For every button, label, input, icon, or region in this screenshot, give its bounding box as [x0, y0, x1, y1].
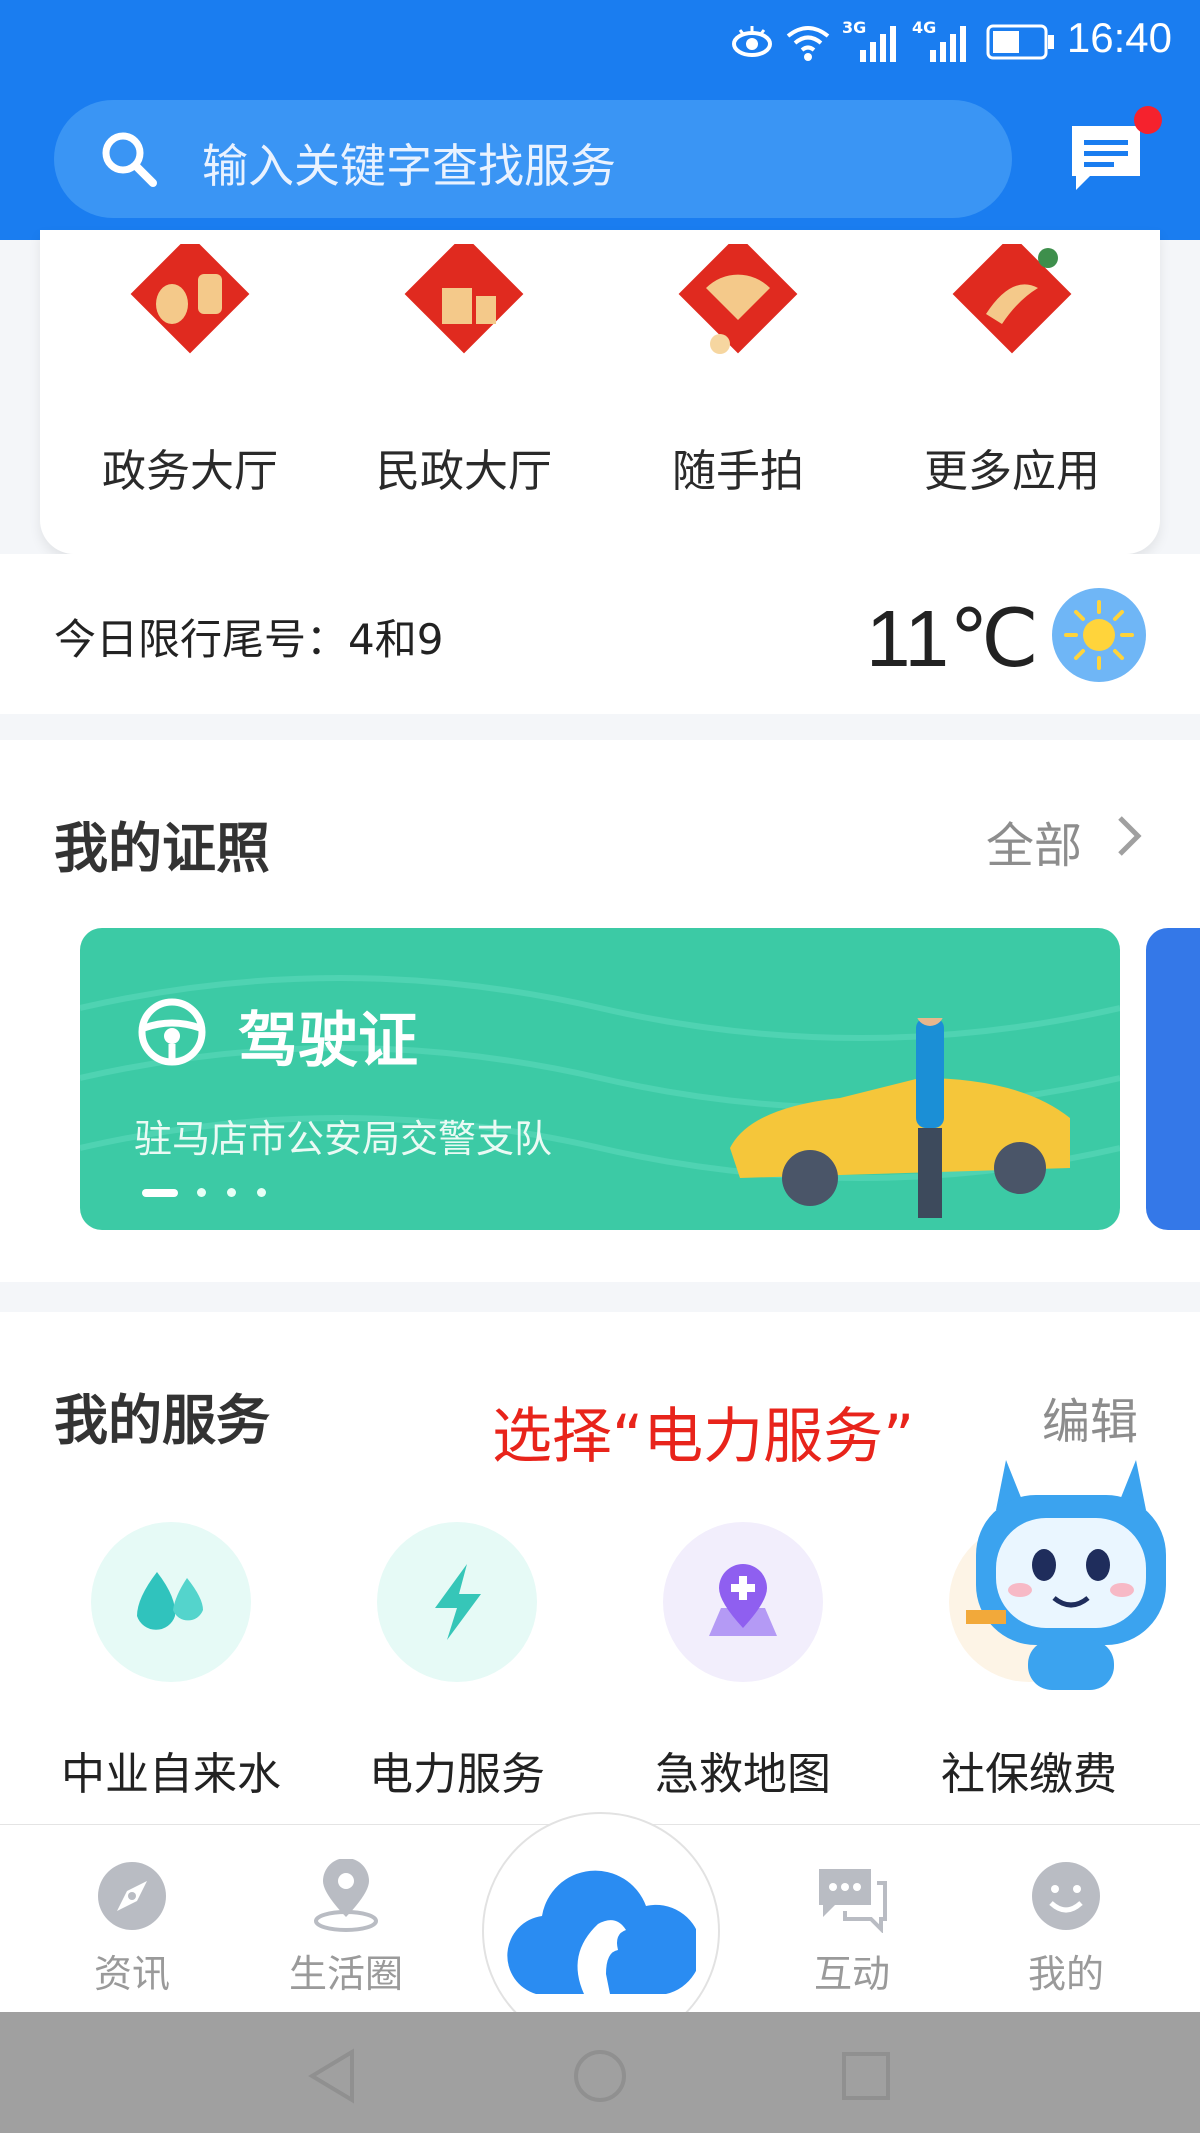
nav-life-circle[interactable]: 生活圈: [266, 1825, 426, 2013]
traffic-weather-row: 今日限行尾号：4和9 11℃: [0, 554, 1200, 714]
back-icon[interactable]: [306, 2048, 358, 2104]
app-label: 更多应用: [924, 446, 1100, 497]
lightning-icon: [435, 1564, 481, 1640]
notification-badge: [1134, 106, 1162, 134]
fan-icon: [678, 244, 798, 354]
app-panel: 政务大厅 民政大厅 随手拍 更多应用: [40, 230, 1160, 554]
system-navigation-bar: [0, 2012, 1200, 2133]
nav-label: 互动: [813, 1952, 890, 1996]
search-bar[interactable]: 输入关键字查找服务: [54, 100, 1012, 218]
location-icon: [314, 1859, 378, 1932]
map-pin-icon: [709, 1564, 777, 1636]
app-item-snapshot[interactable]: 随手拍: [618, 230, 858, 554]
signal-icon-2: [930, 26, 966, 62]
nav-label: 生活圈: [288, 1952, 403, 1996]
steering-wheel-icon: [138, 998, 206, 1066]
service-label: 急救地图: [655, 1749, 831, 1800]
battery-icon: [986, 24, 1054, 60]
card-title: 驾驶证: [238, 1006, 418, 1076]
weather-button[interactable]: [1052, 588, 1146, 682]
compass-icon: [98, 1862, 166, 1930]
fish-icon: [952, 244, 1072, 354]
smile-icon: [1032, 1862, 1100, 1930]
car-illustration: [730, 1018, 1070, 1218]
card-issuer: 驻马店市公安局交警支队: [134, 1117, 553, 1161]
message-button[interactable]: [1068, 106, 1162, 200]
temperature: 11℃: [866, 594, 1039, 683]
view-all-certificates-link[interactable]: 全部: [986, 806, 1156, 874]
section-title: 我的服务: [54, 1389, 270, 1452]
service-icon-bg: [663, 1522, 823, 1682]
view-all-label: 全部: [986, 818, 1083, 874]
traffic-restriction-text: 今日限行尾号：4和9: [54, 615, 444, 664]
mascot-assistant[interactable]: [966, 1440, 1176, 1700]
service-icon-bg: [91, 1522, 251, 1682]
app-label: 民政大厅: [376, 446, 552, 497]
section-title: 我的证照: [54, 817, 270, 880]
instruction-annotation: 选择“电力服务”: [492, 1402, 915, 1472]
app-item-government-hall[interactable]: 政务大厅: [70, 230, 310, 554]
signal-icon: [860, 26, 896, 62]
sun-icon: [1064, 600, 1134, 670]
message-icon: [1072, 126, 1140, 190]
next-certificate-card[interactable]: [1146, 928, 1200, 1230]
gift-icon: [404, 244, 524, 354]
nav-news[interactable]: 资讯: [52, 1825, 212, 2013]
app-label: 随手拍: [672, 446, 804, 497]
eye-icon: [732, 26, 772, 57]
app-item-civil-affairs-hall[interactable]: 民政大厅: [344, 230, 584, 554]
recent-apps-icon[interactable]: [840, 2050, 892, 2102]
service-label: 电力服务: [369, 1749, 545, 1800]
search-placeholder: 输入关键字查找服务: [202, 139, 616, 193]
nav-label: 我的: [1027, 1952, 1104, 1996]
service-label: 社保缴费: [941, 1749, 1117, 1800]
service-icon-bg: [377, 1522, 537, 1682]
service-label: 中业自来水: [61, 1749, 281, 1800]
wifi-icon: [786, 26, 830, 61]
search-icon: [102, 132, 157, 187]
nav-mine[interactable]: 我的: [986, 1825, 1146, 2013]
chevron-right-icon: [1118, 816, 1142, 856]
chat-icon: [819, 1869, 887, 1933]
cloud-horse-icon: [507, 1870, 696, 1994]
status-time: 16:40: [1066, 14, 1172, 61]
driver-license-card[interactable]: 驾驶证 驻马店市公安局交警支队: [80, 928, 1120, 1230]
nav-interaction[interactable]: 互动: [772, 1825, 932, 2013]
home-icon[interactable]: [572, 2048, 628, 2104]
certificates-section: 我的证照 全部 驾驶证 驻马店市公安局交警支队: [0, 740, 1200, 1282]
app-item-more-apps[interactable]: 更多应用: [892, 230, 1132, 554]
card-pagination: [142, 1182, 267, 1201]
lantern-icon: [130, 244, 250, 354]
water-drop-icon: [137, 1572, 203, 1630]
nav-label: 资讯: [93, 1952, 170, 1996]
status-bar: 3G 4G 16:40: [0, 0, 1200, 84]
app-label: 政务大厅: [102, 446, 278, 497]
